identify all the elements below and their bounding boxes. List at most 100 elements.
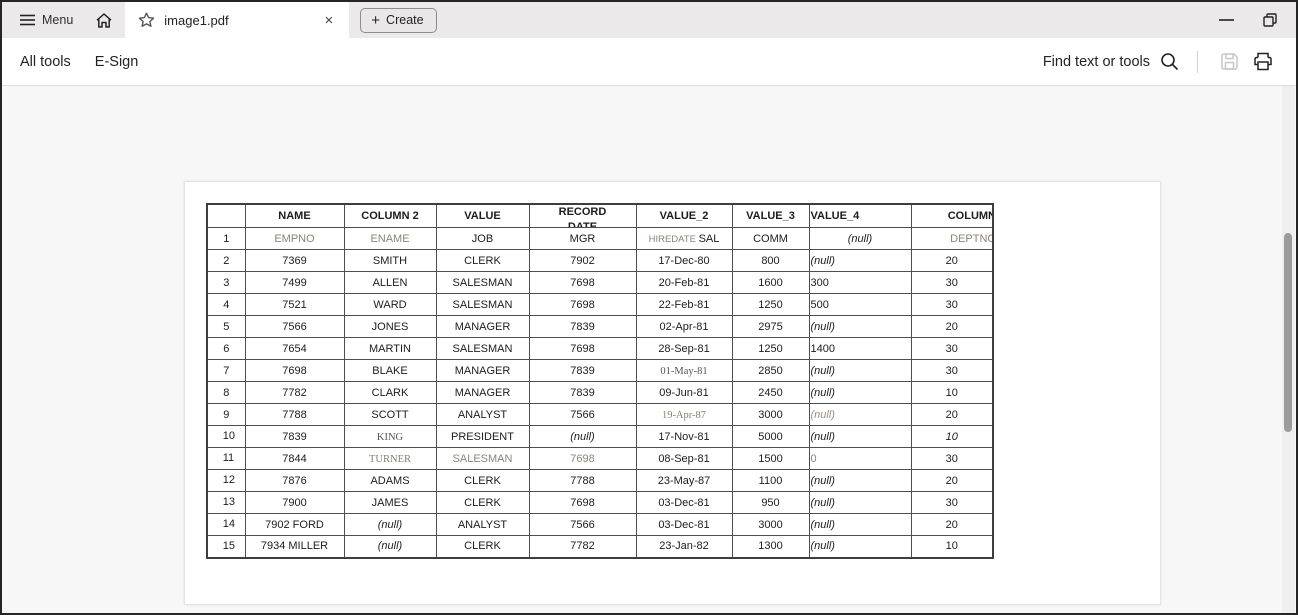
cell-text: 7499 — [282, 276, 307, 289]
table-cell: 17-Dec-80 — [635, 249, 733, 272]
cell-text: EMPNO — [274, 232, 315, 245]
table-cell: 20 — [910, 513, 994, 536]
cell-text: 20-Feb-81 — [658, 276, 710, 289]
cell-text: (null) — [810, 430, 835, 443]
cell-text: CLARK — [371, 386, 409, 399]
table-row: 3 7499 ALLEN SALESMAN 7698 20-Feb-81 1600 300 30 — [206, 271, 994, 294]
home-button[interactable] — [83, 2, 125, 38]
cell-text: 7839 — [282, 430, 307, 443]
vertical-scrollbar[interactable] — [1282, 86, 1295, 613]
column-header: VALUE_2 — [635, 203, 733, 228]
cell-text: 03-Dec-81 — [658, 518, 710, 531]
table-cell: CLERK — [435, 469, 530, 492]
cell-text: 3000 — [758, 518, 783, 531]
find-button[interactable]: Find text or tools — [1043, 52, 1179, 71]
cell-text: 7844 — [282, 452, 307, 465]
search-icon — [1160, 52, 1179, 71]
table-row: 10 7839 KING PRESIDENT (null) 17-Nov-81 5000 (n… — [206, 425, 994, 448]
cell-text: 02-Apr-81 — [659, 320, 709, 333]
table-row: 5 7566 JONES MANAGER 7839 02-Apr-81 2975 (null)… — [206, 315, 994, 338]
table-cell: (null) — [808, 227, 912, 250]
cell-text: ANALYST — [457, 408, 508, 421]
table-cell: 30 — [910, 359, 994, 382]
table-cell: 23-May-87 — [635, 469, 733, 492]
table-cell: 7698 — [244, 359, 345, 382]
cell-text: 3000 — [758, 408, 783, 421]
document-canvas: NAME COLUMN 2 VALUE RECORD DATE VALUE_2 VALUE_… — [2, 86, 1296, 613]
tab-title: image1.pdf — [164, 12, 229, 28]
star-icon[interactable] — [138, 12, 155, 28]
table-cell: 30 — [910, 271, 994, 294]
row-number-cell: 7 — [206, 359, 246, 382]
printer-icon — [1253, 52, 1273, 71]
print-button[interactable] — [1246, 45, 1280, 79]
cell-text: 7698 — [570, 298, 595, 311]
cell-text: WARD — [373, 298, 407, 311]
table-cell: 23-Jan-82 — [635, 535, 733, 558]
pdf-data-table: NAME COLUMN 2 VALUE RECORD DATE VALUE_2 VALUE_… — [206, 203, 994, 559]
cell-text: 7900 — [282, 496, 307, 509]
table-cell: 500 — [808, 293, 912, 316]
table-cell: 10 — [910, 535, 994, 558]
cell-text: (null) — [810, 540, 835, 553]
app-window: Menu image1.pdf × + Create All tools E-S… — [0, 0, 1298, 615]
minimize-button[interactable] — [1204, 2, 1248, 38]
scrollbar-thumb[interactable] — [1284, 233, 1292, 432]
cell-text: 19-Apr-87 — [661, 409, 707, 421]
close-icon[interactable]: × — [319, 11, 340, 30]
cell-text: 1250 — [758, 298, 783, 311]
cell-text: CLERK — [464, 254, 501, 267]
cell-text: MANAGER — [454, 320, 511, 333]
table-cell: MGR — [528, 227, 637, 250]
row-number-cell: 9 — [206, 403, 246, 426]
row-number-cell: 4 — [206, 293, 246, 316]
table-cell: 1250 — [731, 293, 810, 316]
toolbar-divider — [1197, 50, 1198, 73]
cell-text: SALESMAN — [452, 342, 513, 355]
table-row: 11 7844 TURNER SALESMAN 7698 08-Sep-81 1500 0 30 — [206, 447, 994, 470]
toolbar-right-group: Find text or tools — [1043, 45, 1280, 79]
table-cell: 1300 — [731, 535, 810, 558]
table-cell: 7698 — [528, 293, 637, 316]
cell-text: MANAGER — [454, 364, 511, 377]
table-row: 7 7698 BLAKE MANAGER 7839 01-May-81 2850 (null)… — [206, 359, 994, 382]
table-cell: (null) — [343, 535, 437, 558]
row-number-cell: 12 — [206, 469, 246, 492]
cell-text: MARTIN — [369, 342, 411, 355]
cell-text: (null) — [570, 430, 595, 443]
table-cell: 30 — [910, 491, 994, 514]
cell-text: 01-May-81 — [660, 365, 708, 377]
table-cell: ENAME — [343, 227, 437, 250]
toolbar: All tools E-Sign Find text or tools — [2, 38, 1296, 86]
row-number-cell: 11 — [206, 447, 246, 470]
table-cell: 7902 FORD — [244, 513, 345, 536]
save-button[interactable] — [1212, 45, 1246, 79]
create-button[interactable]: + Create — [360, 7, 437, 33]
cell-text: 7788 — [282, 408, 307, 421]
table-row: 1 EMPNO ENAME JOB MGR HIREDATE SAL COMM (null) D… — [206, 227, 994, 250]
document-tab[interactable]: image1.pdf × — [125, 2, 350, 38]
table-cell: DEPTNO — [910, 227, 994, 250]
column-header: COLUMN 2 — [343, 203, 437, 228]
esign-button[interactable]: E-Sign — [83, 54, 151, 70]
cell-text: 2850 — [758, 364, 783, 377]
all-tools-button[interactable]: All tools — [8, 54, 83, 70]
table-cell: 01-May-81 — [635, 359, 733, 382]
table-cell: 2975 — [731, 315, 810, 338]
menu-button[interactable]: Menu — [10, 2, 83, 38]
cell-text: MGR — [569, 232, 596, 245]
table-cell: CLERK — [435, 535, 530, 558]
table-cell: (null) — [808, 469, 912, 492]
table-row: 8 7782 CLARK MANAGER 7839 09-Jun-81 2450 (null)… — [206, 381, 994, 404]
table-cell: 3000 — [731, 513, 810, 536]
table-cell: JONES — [343, 315, 437, 338]
cell-text: (null) — [810, 254, 835, 267]
cell-text: (null) — [810, 320, 835, 333]
table-cell: 7839 — [528, 315, 637, 338]
column-header: NAME — [244, 203, 345, 228]
restore-button[interactable] — [1248, 2, 1292, 38]
table-cell: 03-Dec-81 — [635, 491, 733, 514]
table-cell: 0 — [808, 447, 912, 470]
table-cell: 7698 — [528, 337, 637, 360]
table-cell: 03-Dec-81 — [635, 513, 733, 536]
